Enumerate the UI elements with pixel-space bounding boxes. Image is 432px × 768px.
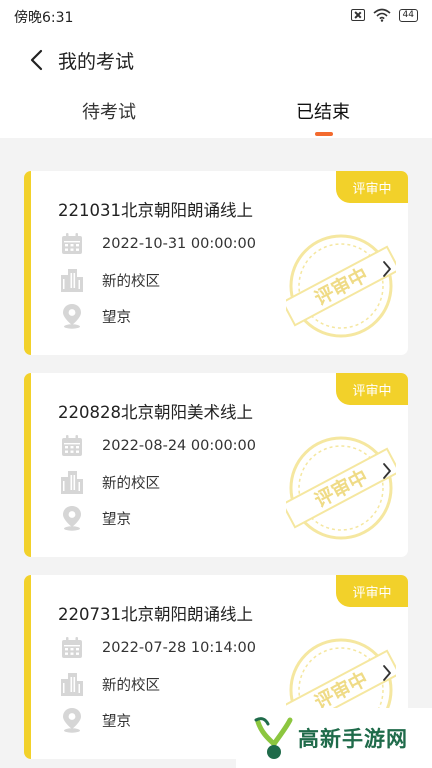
exam-datetime-row: 2022-10-31 00:00:00 (60, 231, 256, 257)
exam-campus: 新的校区 (102, 677, 160, 694)
card-accent-bar (24, 373, 31, 557)
tab-pending[interactable]: 待考试 (82, 98, 136, 124)
exam-datetime-row: 2022-08-24 00:00:00 (60, 433, 256, 459)
calendar-icon (60, 635, 84, 661)
watermark-logo-icon (254, 717, 293, 759)
exam-card[interactable]: 评审中 221031北京朝阳朗诵线上 2022-10-31 00:00:00 新… (24, 171, 408, 355)
exam-datetime: 2022-08-24 00:00:00 (102, 438, 256, 454)
building-icon (60, 671, 84, 697)
status-time: 傍晚6:31 (14, 10, 74, 26)
exam-location-row: 望京 (60, 505, 131, 531)
stamp-text: 评审中 (311, 667, 372, 714)
chevron-right-icon (383, 261, 391, 277)
status-badge: 评审中 (336, 171, 408, 203)
stamp-text: 评审中 (311, 465, 372, 512)
notification-muted-icon (350, 9, 365, 21)
status-badge: 评审中 (336, 373, 408, 405)
exam-campus: 新的校区 (102, 273, 160, 290)
exam-location-row: 望京 (60, 303, 131, 329)
card-accent-bar (24, 171, 31, 355)
exam-name: 221031北京朝阳朗诵线上 (58, 201, 253, 220)
page-header: 我的考试 待考试 已结束 (0, 34, 432, 138)
location-pin-icon (60, 505, 84, 531)
chevron-right-icon (383, 665, 391, 681)
chevron-left-icon (30, 49, 43, 71)
card-detail-arrow[interactable] (378, 659, 396, 687)
tab-active-indicator (315, 132, 333, 136)
status-badge: 评审中 (336, 575, 408, 607)
card-accent-bar (24, 575, 31, 759)
calendar-icon (60, 231, 84, 257)
wifi-icon (373, 8, 391, 22)
watermark-text: 高新手游网 (298, 727, 408, 751)
exam-campus-row: 新的校区 (60, 469, 160, 495)
exam-location: 望京 (102, 511, 131, 528)
exam-datetime: 2022-10-31 00:00:00 (102, 236, 256, 252)
calendar-icon (60, 433, 84, 459)
status-icons: 44 (350, 8, 418, 22)
battery-icon: 44 (398, 8, 418, 22)
status-bar: 傍晚6:31 44 (0, 0, 432, 34)
chevron-right-icon (383, 463, 391, 479)
page-title: 我的考试 (58, 51, 135, 73)
tab-bar: 待考试 已结束 (0, 98, 432, 138)
exam-datetime: 2022-07-28 10:14:00 (102, 640, 256, 656)
exam-name: 220828北京朝阳美术线上 (58, 403, 253, 422)
exam-campus: 新的校区 (102, 475, 160, 492)
stamp-text: 评审中 (311, 263, 372, 310)
exam-location-row: 望京 (60, 707, 131, 733)
exam-name: 220731北京朝阳朗诵线上 (58, 605, 253, 624)
back-button[interactable] (24, 48, 48, 72)
exam-card[interactable]: 评审中 220828北京朝阳美术线上 2022-08-24 00:00:00 新… (24, 373, 408, 557)
card-detail-arrow[interactable] (378, 457, 396, 485)
location-pin-icon (60, 303, 84, 329)
reviewing-stamp: 评审中 (286, 436, 396, 540)
exam-campus-row: 新的校区 (60, 671, 160, 697)
building-icon (60, 267, 84, 293)
exam-datetime-row: 2022-07-28 10:14:00 (60, 635, 256, 661)
exam-location: 望京 (102, 713, 131, 730)
location-pin-icon (60, 707, 84, 733)
exam-campus-row: 新的校区 (60, 267, 160, 293)
exam-location: 望京 (102, 309, 131, 326)
card-detail-arrow[interactable] (378, 255, 396, 283)
reviewing-stamp: 评审中 (286, 234, 396, 338)
tab-finished[interactable]: 已结束 (296, 98, 350, 124)
building-icon (60, 469, 84, 495)
site-watermark: 高新手游网 (236, 708, 432, 768)
